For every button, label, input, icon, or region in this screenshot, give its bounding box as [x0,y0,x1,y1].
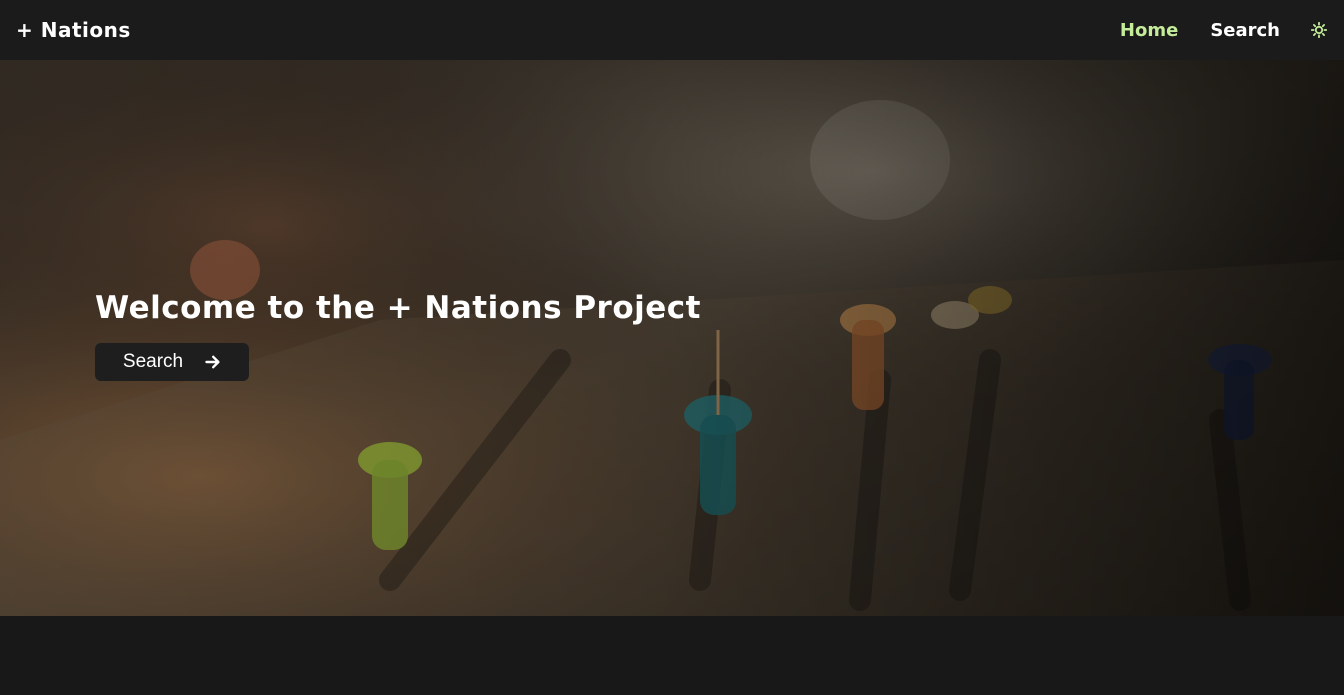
hero-section: Welcome to the + Nations Project Search [0,60,1344,616]
hero-search-button-label: Search [122,351,184,372]
hero-title: Welcome to the + Nations Project [95,290,701,326]
brand-logo[interactable]: + Nations [16,18,131,42]
theme-toggle-button[interactable] [1310,21,1328,39]
hero-content: Welcome to the + Nations Project Search [95,290,701,381]
arrow-right-icon [205,355,220,369]
hero-search-button[interactable]: Search [95,343,249,381]
nav-link-home[interactable]: Home [1120,20,1178,41]
page-footer-area [0,616,1344,695]
nav-links: Home Search [1088,0,1328,60]
sun-icon [1311,22,1327,38]
nav-link-search[interactable]: Search [1210,20,1280,41]
navbar: + Nations Home Search [0,0,1344,60]
